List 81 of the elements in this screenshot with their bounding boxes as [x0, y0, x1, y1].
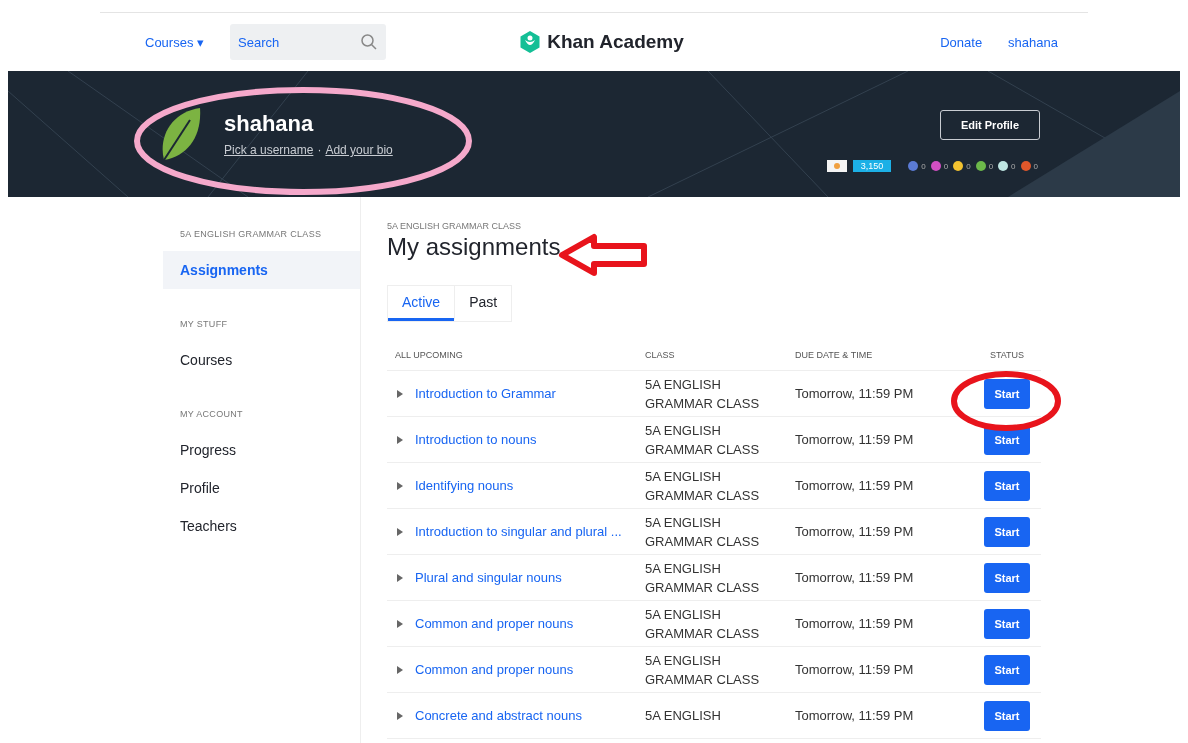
class-name: 5A ENGLISH: [645, 421, 722, 440]
class-name: GRAMMAR CLASS: [645, 578, 761, 597]
leaf-avatar-icon: [160, 106, 202, 162]
badge-count: 0: [988, 161, 994, 171]
sidebar-item[interactable]: Progress: [163, 431, 360, 469]
edit-profile-button[interactable]: Edit Profile: [939, 110, 1040, 140]
courses-menu[interactable]: Courses ▾: [145, 34, 205, 50]
class-name: 5A ENGLISH: [645, 605, 722, 624]
logo-text[interactable]: Khan Academy: [547, 31, 684, 53]
expand-arrow-icon[interactable]: [397, 527, 403, 536]
start-button[interactable]: Start: [984, 700, 1030, 731]
sidebar-item[interactable]: Courses: [163, 341, 360, 379]
assignment-link[interactable]: Common and proper nouns: [415, 662, 574, 677]
due-date: Tomorrow, 11:59 PM: [795, 616, 915, 631]
assignment-link[interactable]: Introduction to nouns: [415, 432, 537, 447]
due-date: Tomorrow, 11:59 PM: [795, 478, 915, 493]
due-date: Tomorrow, 11:59 PM: [795, 662, 915, 677]
class-name: 5A ENGLISH: [645, 513, 722, 532]
badge-count: 0: [1011, 161, 1016, 171]
separator: ·: [317, 143, 322, 157]
class-name: GRAMMAR CLASS: [645, 486, 761, 505]
search-field[interactable]: Search: [230, 24, 387, 60]
sidebar-heading: MY STUFF: [180, 319, 229, 329]
expand-arrow-icon[interactable]: [397, 619, 403, 628]
assignment-link[interactable]: Identifying nouns: [415, 478, 514, 493]
sidebar-item[interactable]: Assignments: [163, 251, 360, 289]
pick-username-link[interactable]: Pick a username: [224, 143, 314, 157]
due-date: Tomorrow, 11:59 PM: [795, 432, 915, 447]
class-name: GRAMMAR CLASS: [645, 670, 761, 689]
expand-arrow-icon[interactable]: [397, 481, 403, 490]
expand-arrow-icon[interactable]: [397, 665, 403, 674]
streak-icon: [826, 160, 847, 172]
class-name: GRAMMAR CLASS: [645, 624, 761, 643]
search-icon: [360, 33, 379, 51]
start-button[interactable]: Start: [984, 516, 1030, 547]
due-date: Tomorrow, 11:59 PM: [795, 386, 915, 401]
start-button[interactable]: Start: [984, 378, 1030, 409]
class-name: 5A ENGLISH: [645, 559, 722, 578]
badge-count: 0: [966, 161, 971, 171]
sidebar-item[interactable]: Teachers: [163, 507, 360, 545]
user-menu[interactable]: shahana: [1008, 34, 1058, 50]
class-name: GRAMMAR CLASS: [645, 394, 761, 413]
assignment-link[interactable]: Introduction to Grammar: [415, 386, 556, 401]
assignment-link[interactable]: Introduction to singular and plural ...: [415, 524, 622, 539]
sidebar-item[interactable]: Profile: [163, 469, 360, 507]
expand-arrow-icon[interactable]: [397, 711, 403, 720]
class-name: 5A ENGLISH: [645, 375, 722, 394]
assignment-link[interactable]: Common and proper nouns: [415, 616, 574, 631]
column-header: CLASS: [645, 350, 676, 360]
donate-link[interactable]: Donate: [940, 34, 983, 50]
class-name: GRAMMAR CLASS: [645, 440, 761, 459]
badge-count: 0: [921, 161, 926, 171]
badge-count: 0: [1033, 161, 1038, 171]
profile-name: shahana: [224, 111, 315, 137]
sidebar-heading: 5A ENGLISH GRAMMAR CLASS: [180, 229, 323, 239]
start-button[interactable]: Start: [984, 470, 1030, 501]
class-label: 5A ENGLISH GRAMMAR CLASS: [387, 221, 523, 231]
column-header: STATUS: [988, 350, 1026, 360]
class-name: 5A ENGLISH: [645, 651, 722, 670]
start-button[interactable]: Start: [984, 562, 1030, 593]
energy-points: 3,150: [852, 160, 892, 172]
expand-arrow-icon[interactable]: [397, 435, 403, 444]
badge-count: 0: [943, 161, 949, 171]
page-title: My assignments: [387, 233, 561, 261]
due-date: Tomorrow, 11:59 PM: [795, 708, 915, 723]
class-name: 5A ENGLISH: [645, 467, 722, 486]
assignment-link[interactable]: Concrete and abstract nouns: [415, 708, 582, 723]
expand-arrow-icon[interactable]: [397, 573, 403, 582]
assignment-link[interactable]: Plural and singular nouns: [415, 570, 562, 585]
column-header: DUE DATE & TIME: [795, 350, 874, 360]
start-button[interactable]: Start: [984, 654, 1030, 685]
due-date: Tomorrow, 11:59 PM: [795, 570, 915, 585]
add-bio-link[interactable]: Add your bio: [325, 143, 393, 157]
sidebar-heading: MY ACCOUNT: [180, 409, 244, 419]
start-button[interactable]: Start: [984, 608, 1030, 639]
expand-arrow-icon[interactable]: [397, 389, 403, 398]
due-date: Tomorrow, 11:59 PM: [795, 524, 915, 539]
class-name: GRAMMAR CLASS: [645, 532, 761, 551]
class-name: 5A ENGLISH: [645, 707, 722, 725]
column-header: ALL UPCOMING: [395, 350, 464, 360]
hexagon-leaf-icon: [519, 30, 542, 54]
